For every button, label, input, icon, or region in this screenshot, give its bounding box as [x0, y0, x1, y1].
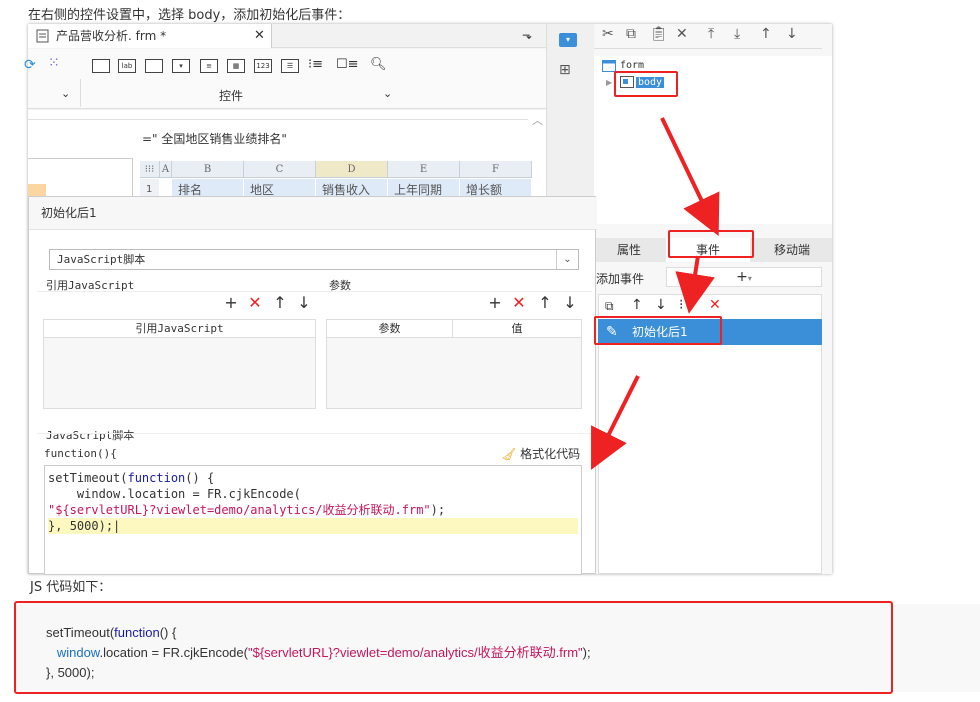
scroll-up-icon[interactable]: ︿: [532, 112, 543, 128]
param-down-icon[interactable]: ↓: [562, 295, 578, 311]
tab-menu-icon[interactable]: ⬎: [522, 28, 532, 42]
format-code-label: 格式化代码: [520, 447, 581, 461]
cut-icon[interactable]: ✂: [602, 26, 614, 42]
code-line: setTimeout(function() {: [46, 625, 177, 640]
text-widget-icon[interactable]: lab: [118, 59, 136, 73]
script-type-value: JavaScript脚本: [57, 253, 146, 266]
col-header[interactable]: E: [388, 161, 460, 178]
combo-widget-icon[interactable]: ▾: [172, 59, 190, 73]
move-up-icon[interactable]: ↑: [760, 26, 772, 42]
cell-grid: ⁝⁝⁝ A B C D E F 1 排名 地区 销售收入 上年同期 增长额: [140, 161, 550, 201]
params-table: 参数 值: [326, 319, 582, 409]
document-tab[interactable]: 产品营收分析. frm * ✕: [28, 24, 272, 48]
code-line: }, 5000);: [46, 665, 95, 680]
label-widget-icon[interactable]: [92, 59, 110, 73]
paste-icon[interactable]: 📋︎: [650, 26, 668, 42]
add-ref-icon[interactable]: +: [223, 295, 239, 311]
col-header[interactable]: D: [316, 161, 388, 178]
col-header[interactable]: B: [172, 161, 244, 178]
form-node-icon: [602, 60, 616, 72]
toolbar-expand-icon[interactable]: ⌄: [61, 87, 70, 100]
number-widget-icon[interactable]: 123: [254, 59, 272, 73]
grid-corner: ⁝⁝⁝: [140, 161, 160, 178]
code-line: setTimeout(function() {: [48, 471, 215, 485]
ref-up-icon[interactable]: ↑: [272, 295, 288, 311]
arrow-to-events: [660, 117, 720, 237]
param-up-icon[interactable]: ↑: [537, 295, 553, 311]
widget-panel-icon[interactable]: ▾: [559, 33, 577, 47]
code-line: window.location = FR.cjkEncode(: [48, 487, 301, 501]
preview-widget-icon[interactable]: 🔍︎: [370, 57, 387, 72]
col-header[interactable]: F: [460, 161, 532, 178]
copy-icon[interactable]: ⧉: [626, 26, 636, 42]
add-param-icon[interactable]: +: [487, 295, 503, 311]
arrow-to-format: [591, 375, 640, 470]
ref-js-table: 引用JavaScript: [43, 319, 316, 409]
code-sample-block: setTimeout(function() { window.location …: [14, 601, 893, 694]
group-expand-icon[interactable]: ⌄: [383, 87, 392, 100]
toolbar-group-label: 控件: [219, 89, 244, 103]
code-block-bg: [893, 604, 980, 692]
arrow-to-add: [675, 255, 715, 314]
ref-down-icon[interactable]: ↓: [296, 295, 312, 311]
code-line-current: }, 5000);|: [48, 518, 578, 534]
textarea-widget-icon[interactable]: ☰: [281, 59, 299, 73]
js-section-label: JavaScript脚本: [46, 429, 135, 442]
script-type-select[interactable]: JavaScript脚本 ⌄: [49, 249, 579, 270]
checkbox-widget-icon[interactable]: ☐≡: [336, 57, 359, 72]
param-col-header: 参数: [327, 320, 453, 338]
delete-ref-icon[interactable]: ✕: [247, 295, 263, 311]
col-header[interactable]: A: [160, 161, 172, 178]
document-tab-bar: 产品营收分析. frm * ✕ ⬎: [28, 24, 546, 48]
col-header[interactable]: C: [244, 161, 316, 178]
intro-caption: 在右侧的控件设置中，选择 body，添加初始化后事件：: [28, 8, 351, 23]
tab-title: 产品营收分析. frm *: [56, 29, 167, 43]
format-code-button[interactable]: 🧹︎ 格式化代码: [501, 445, 580, 462]
highlight-body-node: [614, 71, 678, 97]
tree-node-form[interactable]: form: [620, 60, 644, 71]
list-widget-icon[interactable]: ≡: [200, 59, 218, 73]
function-signature: function(){: [44, 447, 117, 460]
chevron-down-icon[interactable]: ⌄: [556, 250, 578, 269]
broom-icon: 🧹︎: [501, 447, 517, 461]
delete-param-icon[interactable]: ✕: [511, 295, 527, 311]
event-editor-dialog: 初始化后1 JavaScript脚本 ⌄ 引用JavaScript 参数 + ✕…: [28, 196, 597, 575]
annotation-arrows: [591, 117, 720, 470]
toolbar-divider: [80, 79, 81, 107]
move-top-icon[interactable]: ⤒: [708, 26, 714, 42]
value-col-header: 值: [453, 320, 581, 338]
close-tab-icon[interactable]: ✕: [254, 24, 265, 48]
date-widget-icon[interactable]: ▦: [227, 59, 245, 73]
dialog-title: 初始化后1: [29, 197, 597, 230]
bottom-caption: JS 代码如下：: [30, 580, 112, 595]
form-file-icon: [36, 29, 50, 43]
layout-icon[interactable]: ⊞: [559, 62, 571, 78]
delete-icon[interactable]: ✕: [676, 26, 688, 42]
expand-arrow-icon[interactable]: ▶: [606, 78, 612, 87]
code-line: window.location = FR.cjkEncode("${servle…: [56, 645, 591, 660]
code-line: "${servletURL}?viewlet=demo/analytics/收益…: [48, 503, 446, 517]
move-down-icon[interactable]: ↓: [786, 26, 798, 42]
radio-widget-icon[interactable]: ⁝≡: [308, 57, 323, 72]
chart-icon[interactable]: ⟳: [24, 57, 36, 73]
move-bottom-icon[interactable]: ⤓: [734, 26, 740, 42]
dots-icon[interactable]: ⁙: [48, 55, 60, 71]
ref-js-header: 引用JavaScript: [44, 320, 315, 338]
textbox-widget-icon[interactable]: [145, 59, 163, 73]
widget-toolbar: ⟳ ⁙ lab ▾ ≡ ▦ 123 ☰ ⁝≡ ☐≡ 🔍︎ ⌄ 控件 ⌄: [24, 49, 546, 109]
code-editor[interactable]: setTimeout(function() { window.location …: [44, 465, 582, 575]
tab-mobile[interactable]: 移动端: [752, 238, 832, 262]
formula-text: =" 全国地区销售业绩排名": [142, 132, 287, 146]
